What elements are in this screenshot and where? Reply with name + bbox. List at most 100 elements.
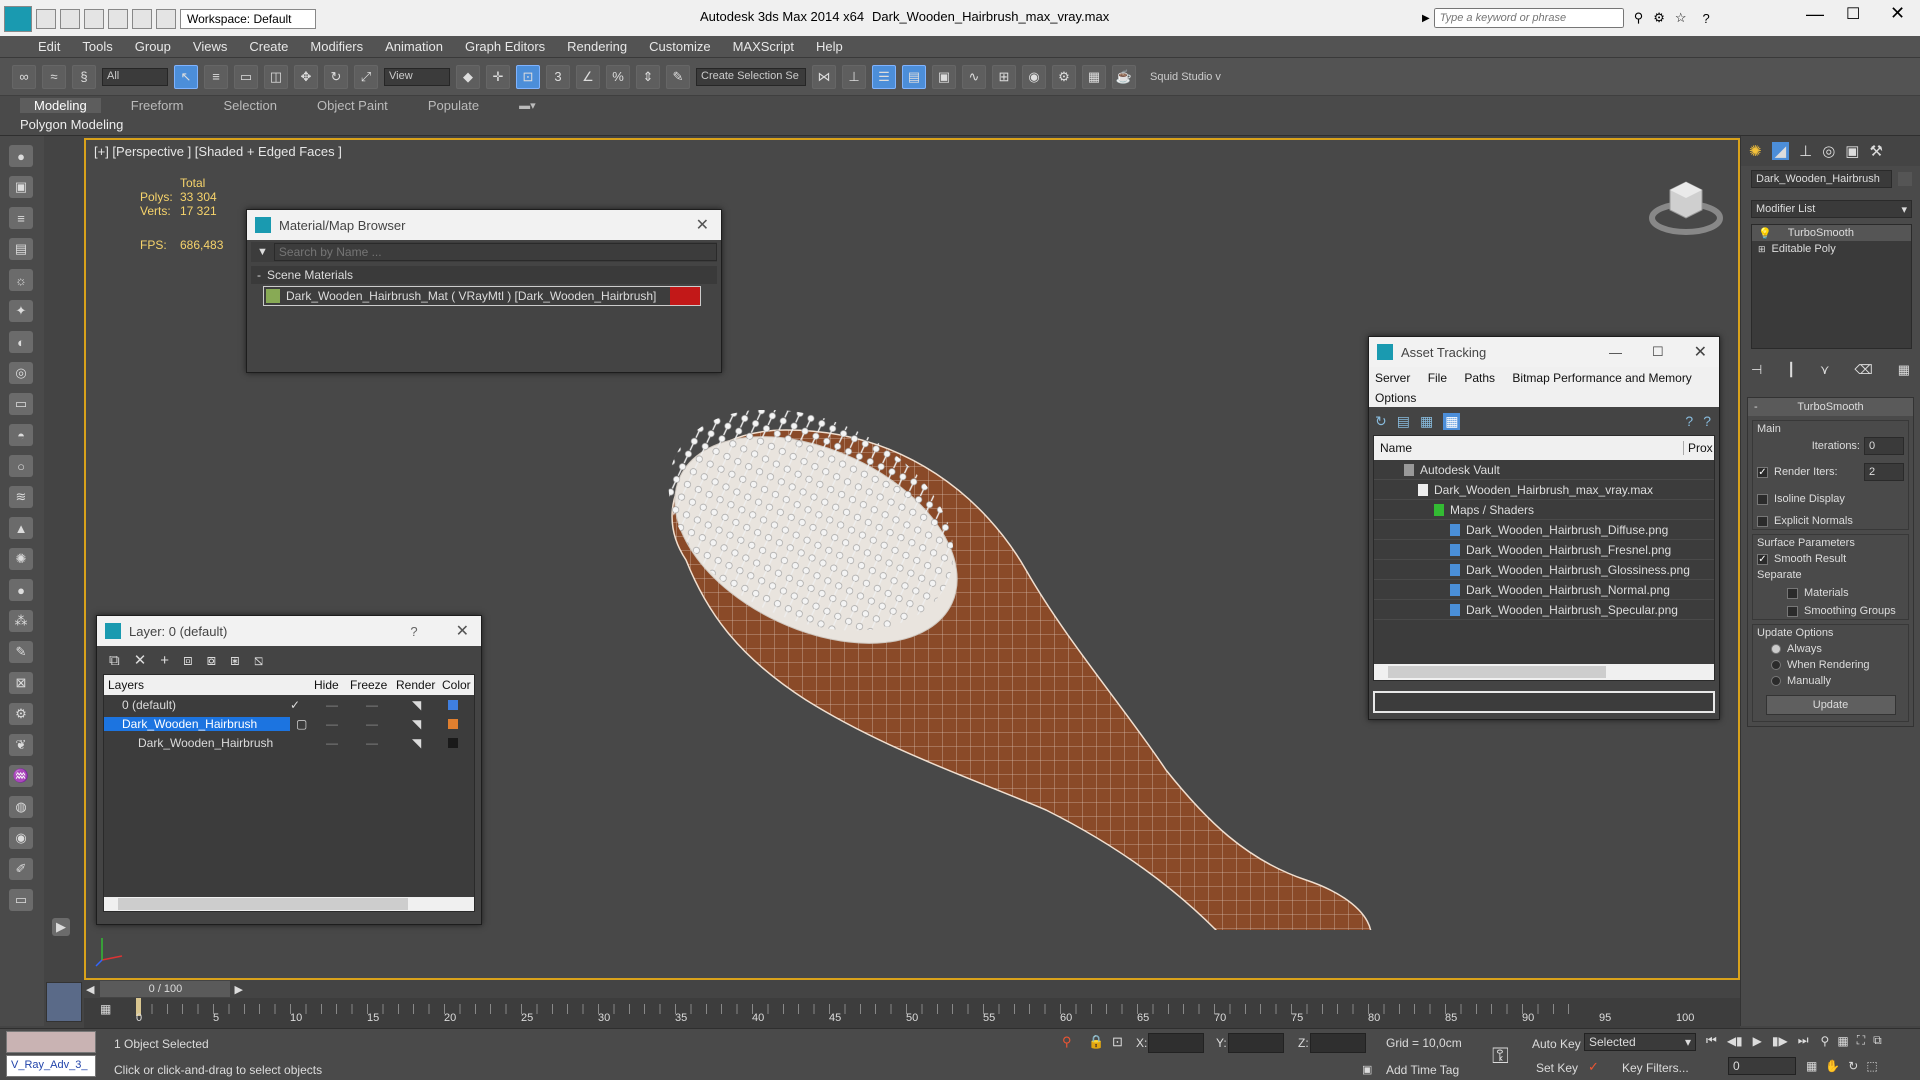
zoom-all-icon[interactable]: ▦ <box>1837 1034 1848 1048</box>
viewcube[interactable] <box>1646 170 1726 240</box>
ribbon-toggle-icon[interactable]: ▣ <box>932 64 956 89</box>
add-time-tag[interactable]: Add Time Tag <box>1386 1063 1459 1077</box>
help-search-input[interactable] <box>1433 8 1624 28</box>
x-coordinate-field[interactable] <box>1148 1033 1204 1053</box>
lightbulb-icon[interactable]: 💡 <box>1758 227 1772 240</box>
menu-views[interactable]: Views <box>193 39 227 54</box>
camera-icon[interactable]: ◐ <box>9 331 33 353</box>
when-rendering-radio[interactable] <box>1771 660 1781 670</box>
track-bar-options-icon[interactable]: ▦ <box>100 1002 111 1016</box>
display-tab-icon[interactable]: ▣ <box>1845 142 1859 160</box>
layer-horizontal-scrollbar[interactable] <box>104 897 474 911</box>
key-filters-button[interactable]: Key Filters... <box>1622 1061 1689 1075</box>
save-file-icon[interactable] <box>84 9 104 29</box>
settings-icon[interactable]: ⚙ <box>9 703 33 725</box>
time-tag-icon[interactable]: ▣ <box>1362 1063 1372 1076</box>
iterations-spinner[interactable]: 0 <box>1864 437 1904 455</box>
separate-smoothing-groups-checkbox[interactable] <box>1787 605 1798 617</box>
menu-group[interactable]: Group <box>135 39 171 54</box>
pan-view-icon[interactable]: ✋ <box>1825 1059 1840 1073</box>
render-iters-spinner[interactable]: 2 <box>1864 463 1904 481</box>
menu-create[interactable]: Create <box>249 39 288 54</box>
minimize-icon[interactable]: — <box>1609 345 1622 360</box>
particles-icon[interactable]: ⁂ <box>9 610 33 632</box>
render-setup-icon[interactable]: ⚙ <box>1052 64 1076 89</box>
open-file-icon[interactable] <box>60 9 80 29</box>
asset-row[interactable]: Dark_Wooden_Hairbrush_Specular.png <box>1374 600 1714 620</box>
maximize-icon[interactable]: ☐ <box>1652 344 1664 360</box>
polygon-modeling-panel[interactable]: Polygon Modeling <box>20 117 123 132</box>
modifier-stack[interactable]: 💡 TurboSmooth ⊞ Editable Poly <box>1751 224 1912 349</box>
mini-curve-editor-icon[interactable] <box>46 982 82 1022</box>
asset-list[interactable]: Name Prox Autodesk Vault Dark_Wooden_Hai… <box>1373 435 1715 681</box>
layer-manager-icon[interactable]: ▤ <box>9 238 33 260</box>
y-coordinate-field[interactable] <box>1228 1033 1284 1053</box>
viewport-label[interactable]: [+] [Perspective ] [Shaded + Edged Faces… <box>94 144 342 159</box>
asset-row[interactable]: Dark_Wooden_Hairbrush_Fresnel.png <box>1374 540 1714 560</box>
favorites-icon[interactable]: ☆ <box>1675 10 1687 26</box>
unlink-icon[interactable]: ≈ <box>42 64 66 89</box>
time-slider-thumb[interactable]: 0 / 100 <box>100 981 231 997</box>
utilities-tab-icon[interactable]: ⚒ <box>1869 142 1882 160</box>
asset-row[interactable]: Dark_Wooden_Hairbrush_max_vray.max <box>1374 480 1714 500</box>
vault-settings-icon[interactable]: ? <box>1703 413 1711 429</box>
active-layer-check-icon[interactable]: ✓ <box>290 698 326 712</box>
menu-paths[interactable]: Paths <box>1464 371 1495 385</box>
next-frame-icon[interactable]: ▶ <box>234 983 242 996</box>
modify-tab-icon[interactable]: ◢ <box>1771 142 1790 160</box>
render-production-icon[interactable]: ☕ <box>1112 64 1136 89</box>
z-coordinate-field[interactable] <box>1310 1033 1366 1053</box>
plane-icon[interactable]: ▭ <box>9 393 33 415</box>
scene-explorer-icon[interactable]: ☰ <box>872 64 896 89</box>
fov-icon[interactable]: ⬚ <box>1866 1059 1877 1073</box>
dome-icon[interactable]: ◓ <box>9 424 33 446</box>
help-icon[interactable]: ? <box>1703 11 1710 26</box>
render-teapot-icon[interactable]: ◥ <box>412 698 448 712</box>
select-object-icon[interactable]: ↖ <box>174 64 198 89</box>
make-unique-icon[interactable]: ⋎ <box>1820 362 1830 378</box>
tab-selection[interactable]: Selection <box>224 98 277 113</box>
modifier-list-dropdown[interactable]: Modifier List ▾ <box>1751 200 1912 218</box>
move-icon[interactable]: ✥ <box>294 64 318 89</box>
maxscript-mini-listener[interactable] <box>6 1031 96 1053</box>
reference-coordinate-dropdown[interactable]: View <box>384 67 450 86</box>
add-to-layer-icon[interactable]: + <box>160 652 169 669</box>
binoculars-icon[interactable]: ⚲ <box>1634 10 1644 26</box>
remove-modifier-icon[interactable]: ⌫ <box>1854 362 1872 378</box>
layer-color-swatch[interactable] <box>448 699 458 710</box>
cone-light-icon[interactable]: ▲ <box>9 517 33 539</box>
collapse-icon[interactable]: - <box>257 268 261 282</box>
menu-tools[interactable]: Tools <box>82 39 112 54</box>
helper-icon[interactable]: ✦ <box>9 300 33 322</box>
app-menu-icon[interactable] <box>4 6 32 32</box>
close-icon[interactable]: ✕ <box>456 621 469 641</box>
current-frame-field[interactable]: 0 <box>1728 1057 1796 1075</box>
tab-freeform[interactable]: Freeform <box>131 98 184 113</box>
help-button[interactable]: ? <box>410 624 417 639</box>
hierarchy-tab-icon[interactable]: ⊥ <box>1799 142 1812 160</box>
video-icon[interactable]: ◎ <box>9 362 33 384</box>
minimize-icon[interactable]: — <box>1806 4 1824 25</box>
set-keys-icon[interactable]: ✓ <box>1588 1059 1599 1075</box>
auto-key-button[interactable]: Auto Key <box>1532 1037 1581 1051</box>
menu-maxscript[interactable]: MAXScript <box>733 39 794 54</box>
zoom-icon[interactable]: ⚲ <box>1821 1034 1830 1048</box>
freeze-all-icon[interactable]: ⧅ <box>254 652 264 669</box>
vr-icon[interactable]: ▭ <box>9 889 33 911</box>
expand-search-icon[interactable]: ▶ <box>1422 13 1430 24</box>
select-by-name-icon[interactable]: ≡ <box>204 64 228 89</box>
rotate-icon[interactable]: ↻ <box>324 64 348 89</box>
menu-server[interactable]: Server <box>1375 371 1410 385</box>
close-icon[interactable]: ✕ <box>696 215 709 235</box>
menu-options[interactable]: Options <box>1375 391 1713 405</box>
window-crossing-icon[interactable]: ◫ <box>264 64 288 89</box>
motion-tab-icon[interactable]: ◎ <box>1822 142 1835 160</box>
layer-row[interactable]: Dark_Wooden_Hairbrush ▢ — — ◥ <box>104 714 474 733</box>
play-mini-icon[interactable]: ▶ <box>52 918 70 936</box>
isolate-icon[interactable]: ⚲ <box>1062 1034 1072 1050</box>
pivot-center-icon[interactable]: ◆ <box>456 64 480 89</box>
spinner-snap-icon[interactable]: ⇕ <box>636 64 660 89</box>
hairbrush-model[interactable] <box>606 410 1426 930</box>
layer-row[interactable]: Dark_Wooden_Hairbrush — — ◥ <box>104 733 474 752</box>
table-view-icon[interactable]: ▦ <box>1443 412 1461 430</box>
